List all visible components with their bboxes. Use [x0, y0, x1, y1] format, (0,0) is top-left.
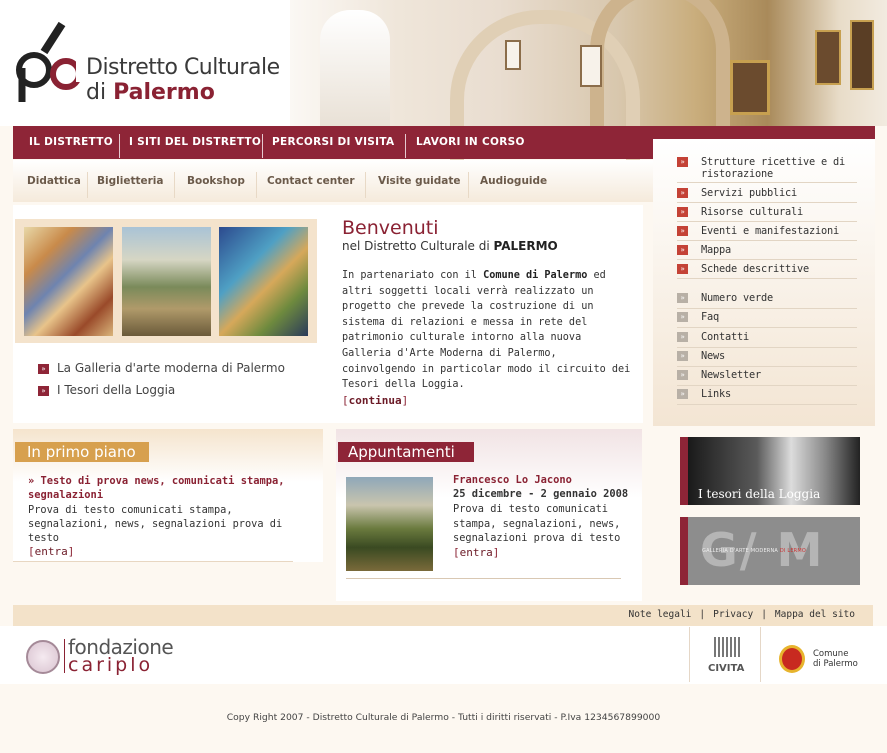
- welcome-title: Benvenuti: [342, 217, 439, 239]
- appuntamenti-entra-link[interactable]: [entra]: [453, 546, 499, 559]
- divider: [64, 639, 65, 673]
- link-tesori-loggia[interactable]: » I Tesori della Loggia: [38, 383, 175, 397]
- primo-piano-heading: In primo piano: [15, 442, 149, 462]
- thumbnail-portrait[interactable]: [219, 227, 308, 336]
- arrow-icon: »: [677, 264, 688, 274]
- welcome-body: In partenariato con il Comune di Palermo…: [342, 270, 631, 407]
- header-church-photo: [290, 0, 887, 190]
- primo-piano-section: In primo piano » Testo di prova news, co…: [13, 429, 323, 562]
- menu-newsletter[interactable]: » Newsletter: [677, 369, 857, 386]
- nav-siti-distretto[interactable]: I SITI DEL DISTRETTO: [129, 136, 261, 148]
- main-nav: IL DISTRETTO I SITI DEL DISTRETTO PERCOR…: [13, 126, 653, 159]
- thumbnail-landscape[interactable]: [122, 227, 211, 336]
- civita-logo[interactable]: CIVITA: [689, 627, 761, 682]
- header: Distretto Culturale di Palermo: [0, 0, 887, 190]
- link-galleria[interactable]: » La Galleria d'arte moderna di Palermo: [38, 361, 285, 375]
- menu-numero-verde[interactable]: » Numero verde: [677, 292, 857, 309]
- promo-tesori-loggia[interactable]: I tesori della Loggia: [680, 437, 860, 505]
- nav-percorsi-visita[interactable]: PERCORSI DI VISITA: [272, 136, 394, 148]
- sub-nav: Didattica Biglietteria Bookshop Contact …: [13, 160, 653, 202]
- divider: [346, 578, 621, 579]
- subnav-biglietteria[interactable]: Biglietteria: [97, 175, 163, 187]
- divider: [13, 561, 293, 562]
- appuntamenti-heading: Appuntamenti: [338, 442, 474, 462]
- welcome-subtitle: nel Distretto Culturale di PALERMO: [342, 239, 558, 253]
- comune-palermo-logo[interactable]: Comune di Palermo: [769, 627, 873, 682]
- nav-il-distretto[interactable]: IL DISTRETTO: [29, 136, 113, 148]
- primo-piano-body: Prova di testo comunicati stampa, segnal…: [28, 504, 283, 558]
- primo-piano-entra-link[interactable]: [entra]: [28, 545, 74, 558]
- arrow-icon: »: [677, 332, 688, 342]
- copyright: Copy Right 2007 - Distretto Culturale di…: [226, 712, 661, 723]
- comune-label-1: Comune: [813, 649, 849, 659]
- main-nav-extension: [653, 126, 875, 139]
- welcome-section: » La Galleria d'arte moderna di Palermo »…: [13, 205, 643, 423]
- promo-loggia-label: I tesori della Loggia: [698, 487, 821, 501]
- arrow-icon: »: [677, 370, 688, 380]
- continua-link[interactable]: [continua]: [342, 394, 408, 407]
- arrow-icon: »: [677, 245, 688, 255]
- right-menu: » Strutture ricettive e di ristorazione …: [653, 139, 875, 426]
- distretto-logo-icon: [16, 21, 82, 102]
- cariplo-logo-line2[interactable]: cariplo: [68, 654, 153, 676]
- appuntamenti-section: Appuntamenti Francesco Lo Jacono 25 dice…: [336, 429, 642, 601]
- menu-mappa[interactable]: » Mappa: [677, 244, 857, 260]
- menu-eventi[interactable]: » Eventi e manifestazioni: [677, 225, 857, 241]
- arrow-bullet-icon: »: [38, 364, 49, 374]
- appuntamenti-painting[interactable]: [346, 477, 433, 571]
- page: Distretto Culturale di Palermo IL DISTRE…: [0, 0, 887, 753]
- menu-schede[interactable]: » Schede descrittive: [677, 263, 857, 279]
- arrow-icon: »: [677, 389, 688, 399]
- menu-servizi-pubblici[interactable]: » Servizi pubblici: [677, 187, 857, 203]
- subnav-visite-guidate[interactable]: Visite guidate: [378, 175, 461, 187]
- appuntamenti-date: 25 dicembre - 2 gennaio 2008: [453, 488, 629, 500]
- columns-icon: [714, 637, 740, 657]
- arrow-icon: »: [677, 207, 688, 217]
- thumbnail-fresco[interactable]: [24, 227, 113, 336]
- arrow-icon: »: [677, 226, 688, 236]
- arrow-icon: »: [677, 351, 688, 361]
- arrow-bullet-icon: »: [38, 386, 49, 396]
- menu-strutture[interactable]: » Strutture ricettive e di ristorazione: [677, 156, 857, 183]
- civita-label: CIVITA: [708, 663, 745, 674]
- menu-news[interactable]: » News: [677, 350, 857, 367]
- site-title-line2: di Palermo: [86, 80, 215, 105]
- appuntamenti-artist[interactable]: Francesco Lo Jacono: [453, 474, 572, 486]
- gam-subtitle: GALLERIA D'ARTE MODERNA DI LERMO: [702, 548, 807, 554]
- menu-faq[interactable]: » Faq: [677, 311, 857, 328]
- footer-privacy[interactable]: Privacy: [713, 609, 753, 620]
- menu-risorse-culturali[interactable]: » Risorse culturali: [677, 206, 857, 222]
- primo-piano-news-title[interactable]: » Testo di prova news, comunicati stampa…: [28, 474, 288, 502]
- comune-label-2: di Palermo: [813, 659, 858, 669]
- footer-note-legali[interactable]: Note legali: [628, 609, 691, 620]
- menu-contatti[interactable]: » Contatti: [677, 331, 857, 348]
- promo-galleria-arte-moderna[interactable]: G/ M GALLERIA D'ARTE MODERNA DI LERMO: [680, 517, 860, 585]
- footer-links: Note legali | Privacy | Mappa del sito: [628, 609, 855, 620]
- footer-links-bar: Note legali | Privacy | Mappa del sito: [13, 605, 873, 626]
- menu-links[interactable]: » Links: [677, 388, 857, 405]
- crest-icon: [779, 645, 805, 673]
- subnav-contact-center[interactable]: Contact center: [267, 175, 355, 187]
- site-title-line1: Distretto Culturale: [86, 55, 280, 80]
- thumbnail-gallery: [15, 219, 317, 343]
- subnav-bookshop[interactable]: Bookshop: [187, 175, 245, 187]
- subnav-didattica[interactable]: Didattica: [27, 175, 81, 187]
- cariplo-seal-icon: [26, 640, 60, 674]
- arrow-icon: »: [677, 312, 688, 322]
- arrow-icon: »: [677, 293, 688, 303]
- nav-lavori-in-corso[interactable]: LAVORI IN CORSO: [416, 136, 525, 148]
- footer-mappa-sito[interactable]: Mappa del sito: [775, 609, 855, 620]
- subnav-audioguide[interactable]: Audioguide: [480, 175, 547, 187]
- appuntamenti-body: Prova di testo comunicati stampa, segnal…: [453, 503, 621, 559]
- arrow-icon: »: [677, 188, 688, 198]
- arrow-icon: »: [677, 157, 688, 167]
